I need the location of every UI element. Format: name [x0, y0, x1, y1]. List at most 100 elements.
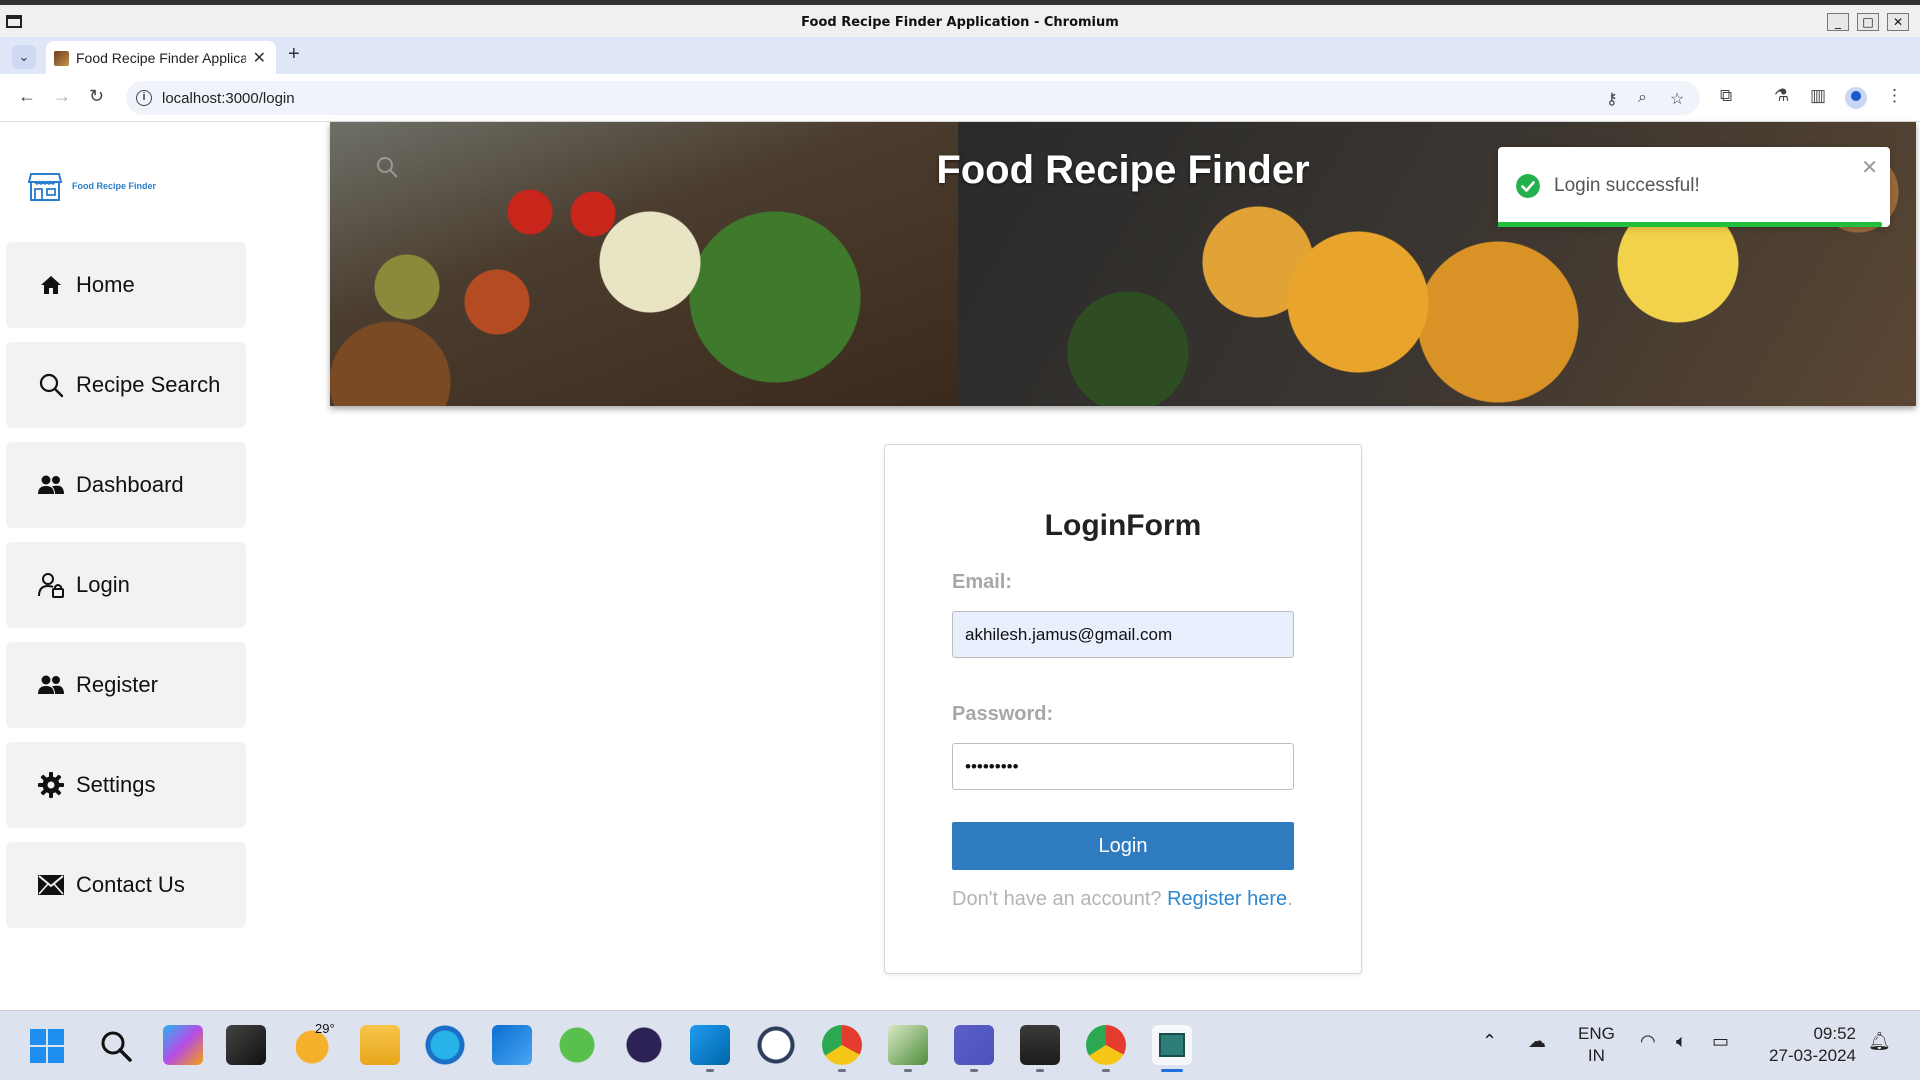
language-indicator[interactable]: ENG IN: [1578, 1023, 1615, 1067]
reload-icon[interactable]: ↻: [89, 86, 104, 107]
bookmark-star-icon[interactable]: ☆: [1670, 89, 1684, 109]
sidebar-item-dashboard[interactable]: Dashboard: [6, 442, 246, 528]
zoom-icon[interactable]: ⌕: [1638, 89, 1647, 107]
close-window-button[interactable]: ✕: [1887, 13, 1909, 31]
tab-strip: ⌄ Food Recipe Finder Application ✕ +: [0, 37, 1920, 74]
chrome-icon[interactable]: [822, 1025, 862, 1065]
sidebar-item-label: Home: [76, 272, 135, 297]
register-prompt-period: .: [1287, 888, 1293, 910]
running-indicator: [1102, 1069, 1110, 1072]
sidebar-item-label: Dashboard: [76, 472, 184, 497]
users-icon: [38, 472, 64, 498]
maximize-button[interactable]: □: [1857, 13, 1879, 31]
check-circle-icon: [1516, 174, 1540, 198]
site-info-icon[interactable]: i: [136, 90, 152, 106]
running-indicator: [904, 1069, 912, 1072]
toast-progress-bar: [1498, 222, 1883, 227]
volume-icon[interactable]: 🔈︎: [1676, 1031, 1687, 1052]
sidebar-item-recipe-search[interactable]: Recipe Search: [6, 342, 246, 428]
tab-search-chevron-icon[interactable]: ⌄: [12, 45, 36, 69]
task-view-icon[interactable]: [226, 1025, 266, 1065]
notification-bell-icon[interactable]: 🔔︎: [1868, 1031, 1891, 1052]
back-arrow-icon[interactable]: ←: [18, 86, 36, 107]
users-icon: [38, 672, 64, 698]
active-app-icon[interactable]: [1152, 1025, 1192, 1065]
edge-browser-icon[interactable]: [425, 1025, 465, 1065]
toast-message: Login successful!: [1554, 175, 1700, 196]
running-indicator: [1036, 1069, 1044, 1072]
running-indicator: [838, 1069, 846, 1072]
url-text[interactable]: localhost:3000/login: [162, 90, 295, 107]
sidebar-item-label: Recipe Search: [76, 372, 221, 397]
sidebar-item-home[interactable]: Home: [6, 242, 246, 328]
battery-icon[interactable]: ▭: [1712, 1031, 1729, 1052]
sidebar-item-label: Login: [76, 572, 130, 597]
toast-progress-track: [1498, 222, 1890, 227]
extensions-icon[interactable]: ⧉: [1720, 86, 1732, 106]
gear-icon: [38, 772, 64, 798]
minimize-button[interactable]: _: [1827, 13, 1849, 31]
active-indicator: [1161, 1069, 1183, 1072]
home-icon: [38, 272, 64, 298]
forward-arrow-icon[interactable]: →: [53, 86, 71, 107]
email-label: Email:: [952, 571, 1013, 593]
new-tab-button[interactable]: +: [288, 43, 300, 66]
login-card: LoginForm Email: Password: Login Don't h…: [884, 444, 1362, 974]
sidebar-item-register[interactable]: Register: [6, 642, 246, 728]
spring-tool-icon[interactable]: [557, 1025, 597, 1065]
teams-icon[interactable]: [954, 1025, 994, 1065]
toast-close-icon[interactable]: ✕: [1861, 155, 1878, 180]
weather-temperature: 29°: [315, 1021, 335, 1036]
language-region: IN: [1587, 1046, 1605, 1065]
browser-menu-icon[interactable]: ⋮: [1886, 86, 1903, 106]
tab-title: Food Recipe Finder Application: [76, 50, 246, 66]
envelope-icon: [38, 872, 64, 898]
clock-date: 27-03-2024: [1769, 1046, 1856, 1065]
page-content: Food Recipe Finder Home Recipe Search Da…: [4, 122, 1920, 1010]
windows-start-icon[interactable]: [30, 1029, 64, 1063]
outlook-new-icon[interactable]: [492, 1025, 532, 1065]
sidebar: Food Recipe Finder Home Recipe Search Da…: [4, 122, 254, 1010]
browser-tab[interactable]: Food Recipe Finder Application ✕: [46, 41, 276, 74]
copilot-pre-icon[interactable]: [163, 1025, 203, 1065]
register-prompt-text: Don't have an account?: [952, 888, 1162, 910]
sidebar-item-login[interactable]: Login: [6, 542, 246, 628]
login-button[interactable]: Login: [952, 822, 1294, 870]
show-hidden-icons-chevron-icon[interactable]: ⌃: [1482, 1031, 1497, 1052]
taskbar: 29° ⌃ ☁ ENG IN ◠ 🔈︎ ▭ 09:52 27-03-2024 🔔…: [0, 1010, 1920, 1080]
brand[interactable]: Food Recipe Finder: [28, 166, 156, 206]
sidebar-item-label: Register: [76, 672, 158, 697]
taskbar-search-icon[interactable]: [99, 1029, 133, 1063]
sidebar-item-contact-us[interactable]: Contact Us: [6, 842, 246, 928]
onedrive-cloud-icon[interactable]: ☁: [1528, 1031, 1546, 1052]
profile-avatar-icon[interactable]: [1845, 87, 1867, 109]
system-clock[interactable]: 09:52 27-03-2024: [1760, 1023, 1856, 1067]
window-titlebar: Food Recipe Finder Application - Chromiu…: [0, 0, 1920, 42]
panda-app-icon[interactable]: [756, 1025, 796, 1065]
running-indicator: [970, 1069, 978, 1072]
key-icon[interactable]: ⚷: [1606, 89, 1618, 109]
register-link[interactable]: Register here: [1167, 888, 1287, 910]
browser-toolbar: ← → ↻ i localhost:3000/login ⚷ ⌕ ☆ ⧉ ⚗ ▥…: [0, 74, 1920, 122]
password-field[interactable]: [952, 743, 1294, 790]
chromium-icon[interactable]: [1086, 1025, 1126, 1065]
labs-flask-icon[interactable]: ⚗: [1774, 86, 1789, 106]
window-title: Food Recipe Finder Application - Chromiu…: [801, 15, 1119, 30]
file-explorer-icon[interactable]: [360, 1025, 400, 1065]
sidebar-item-settings[interactable]: Settings: [6, 742, 246, 828]
image-editor-icon[interactable]: [888, 1025, 928, 1065]
close-tab-icon[interactable]: ✕: [253, 48, 266, 68]
sidebar-item-label: Settings: [76, 772, 156, 797]
login-form-title: LoginForm: [1044, 509, 1202, 542]
address-bar[interactable]: i localhost:3000/login ⚷ ⌕ ☆: [126, 81, 1700, 115]
sidebar-item-label: Contact Us: [76, 872, 185, 897]
wifi-icon[interactable]: ◠: [1640, 1031, 1656, 1052]
password-label: Password:: [952, 703, 1054, 725]
vscode-icon[interactable]: [690, 1025, 730, 1065]
eclipse-ide-icon[interactable]: [624, 1025, 664, 1065]
running-indicator: [706, 1069, 714, 1072]
side-panel-icon[interactable]: ▥: [1810, 86, 1826, 106]
email-field[interactable]: [952, 611, 1294, 658]
language-code: ENG: [1578, 1024, 1615, 1043]
terminal-icon[interactable]: [1020, 1025, 1060, 1065]
